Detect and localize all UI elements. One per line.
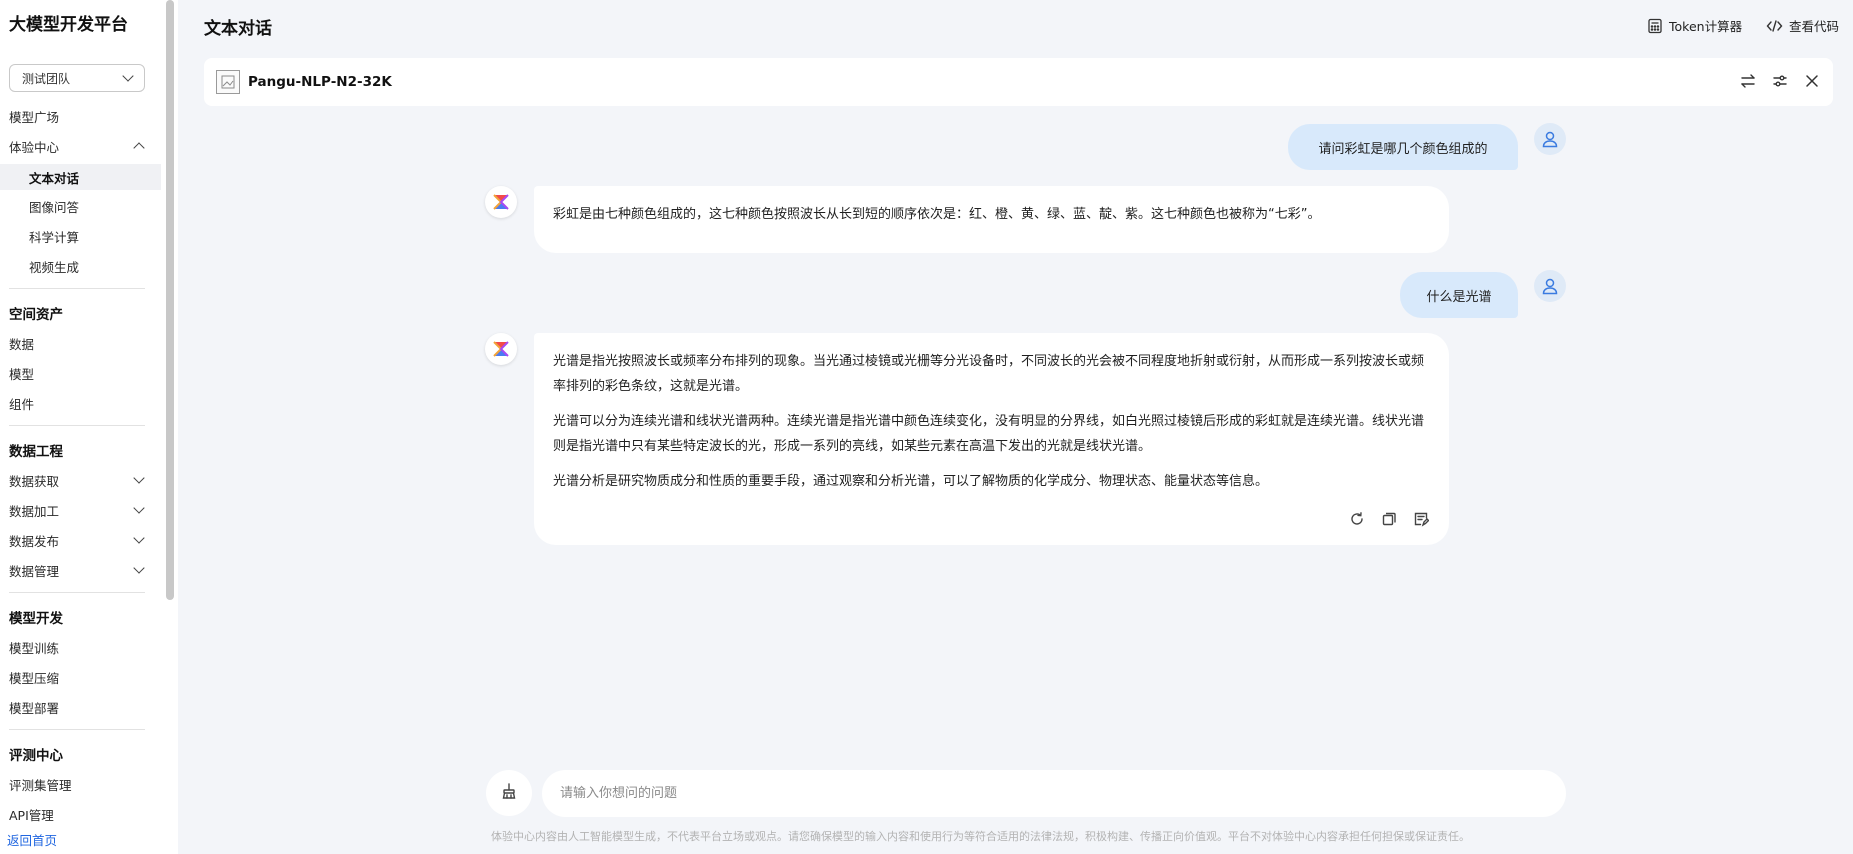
sidebar-item-model[interactable]: 模型 — [0, 361, 161, 385]
chevron-down-icon — [133, 532, 145, 544]
sidebar-item-model-compress[interactable]: 模型压缩 — [0, 665, 161, 689]
sidebar-item-label: 模型 — [9, 366, 35, 382]
regenerate-icon[interactable] — [1349, 511, 1365, 527]
user-message-text: 请问彩虹是哪几个颜色组成的 — [1318, 141, 1488, 157]
page-title: 文本对话 — [204, 19, 272, 39]
bot-message: 彩虹是由七种颜色组成的，这七种颜色按照波长从长到短的顺序依次是：红、橙、黄、绿、… — [534, 186, 1449, 253]
code-icon — [1766, 18, 1783, 34]
sidebar-item-label: 图像问答 — [29, 199, 80, 215]
sidebar-item-image-qa[interactable]: 图像问答 — [0, 194, 161, 218]
sidebar-item-label: 数据管理 — [9, 563, 60, 579]
sidebar-scrollbar[interactable] — [166, 0, 174, 600]
disclaimer-text: 体验中心内容由人工智能模型生成，不代表平台立场或观点。请您确保模型的输入内容和使… — [491, 830, 1470, 843]
team-select[interactable]: 测试团队 — [9, 64, 145, 92]
sidebar-item-science-compute[interactable]: 科学计算 — [0, 224, 161, 248]
sidebar-item-experience-center[interactable]: 体验中心 — [0, 134, 161, 158]
sidebar-divider — [9, 592, 145, 593]
chevron-down-icon — [133, 502, 145, 514]
sidebar-item-eval-set-manage[interactable]: 评测集管理 — [0, 772, 161, 796]
view-code-button[interactable]: 查看代码 — [1766, 16, 1839, 35]
broom-icon — [500, 782, 518, 804]
bot-message-paragraph: 光谱可以分为连续光谱和线状光谱两种。连续光谱是指光谱中颜色连续变化，没有明显的分… — [553, 414, 1425, 454]
sidebar-item-data-manage[interactable]: 数据管理 — [0, 558, 161, 582]
bot-avatar-icon — [485, 186, 517, 218]
sidebar-item-label: 模型训练 — [9, 640, 60, 656]
sidebar-item-data[interactable]: 数据 — [0, 331, 161, 355]
sidebar-item-label: 评测集管理 — [9, 777, 72, 793]
model-toolbar — [1739, 72, 1821, 90]
model-name: Pangu-NLP-N2-32K — [248, 74, 392, 90]
user-message-text: 什么是光谱 — [1426, 289, 1492, 305]
chat-input[interactable] — [542, 770, 1566, 817]
sidebar-section-model-dev: 模型开发 — [9, 611, 63, 627]
sidebar-section-space-assets: 空间资产 — [9, 307, 63, 323]
sidebar-item-label: 科学计算 — [29, 229, 80, 245]
user-message: 什么是光谱 — [1400, 272, 1518, 318]
sidebar-item-text-chat[interactable]: 文本对话 — [0, 164, 161, 190]
bot-message-paragraph: 光谱分析是研究物质成分和性质的重要手段，通过观察和分析光谱，可以了解物质的化学成… — [553, 474, 1269, 489]
brand-title: 大模型开发平台 — [9, 15, 128, 35]
feedback-icon[interactable] — [1413, 511, 1430, 527]
clear-chat-button[interactable] — [486, 770, 532, 816]
sidebar-item-label: 模型部署 — [9, 700, 60, 716]
sidebar-divider — [9, 729, 145, 730]
sidebar-item-video-gen[interactable]: 视频生成 — [0, 254, 161, 278]
sidebar-item-data-publish[interactable]: 数据发布 — [0, 528, 161, 552]
calculator-icon — [1647, 18, 1663, 34]
chevron-up-icon — [133, 142, 145, 154]
model-bar: Pangu-NLP-N2-32K — [204, 58, 1833, 106]
user-avatar-icon — [1534, 123, 1566, 155]
sidebar-item-data-acquire[interactable]: 数据获取 — [0, 468, 161, 492]
message-actions — [1349, 511, 1430, 527]
sidebar-item-label: 组件 — [9, 396, 35, 412]
sidebar-item-data-process[interactable]: 数据加工 — [0, 498, 161, 522]
bot-avatar-icon — [485, 333, 517, 365]
sidebar-item-model-train[interactable]: 模型训练 — [0, 635, 161, 659]
sidebar-item-label: API管理 — [9, 807, 54, 823]
model-image-icon — [216, 70, 240, 94]
sidebar-item-api-manage[interactable]: API管理 — [0, 802, 161, 826]
chevron-down-icon — [122, 70, 134, 82]
sidebar-item-model-deploy[interactable]: 模型部署 — [0, 695, 161, 719]
sidebar-item-component[interactable]: 组件 — [0, 391, 161, 415]
bot-message-paragraph: 光谱是指光按照波长或频率分布排列的现象。当光通过棱镜或光栅等分光设备时，不同波长… — [553, 354, 1425, 394]
sidebar-item-label: 模型广场 — [9, 109, 60, 125]
back-home-link[interactable]: 返回首页 — [7, 830, 57, 849]
close-icon[interactable] — [1803, 72, 1821, 90]
sidebar-item-label: 数据发布 — [9, 533, 60, 549]
sidebar-item-label: 模型压缩 — [9, 670, 60, 686]
token-calculator-label: Token计算器 — [1669, 19, 1743, 34]
switch-model-icon[interactable] — [1739, 72, 1757, 90]
sidebar-item-label: 体验中心 — [9, 139, 60, 155]
bot-message: 光谱是指光按照波长或频率分布排列的现象。当光通过棱镜或光栅等分光设备时，不同波长… — [534, 333, 1449, 545]
sidebar-item-label: 视频生成 — [29, 259, 80, 275]
sidebar: 大模型开发平台 测试团队 模型广场 体验中心 文本对话 图像问答 科学计算 视频… — [0, 0, 178, 854]
token-calculator-button[interactable]: Token计算器 — [1647, 16, 1742, 35]
user-message: 请问彩虹是哪几个颜色组成的 — [1288, 124, 1518, 170]
settings-sliders-icon[interactable] — [1771, 72, 1789, 90]
sidebar-item-label: 文本对话 — [29, 170, 80, 186]
copy-icon[interactable] — [1381, 511, 1397, 527]
sidebar-item-label: 数据加工 — [9, 503, 60, 519]
sidebar-item-label: 数据获取 — [9, 473, 60, 489]
sidebar-divider — [9, 425, 145, 426]
sidebar-section-data-engineering: 数据工程 — [9, 444, 63, 460]
sidebar-section-eval-center: 评测中心 — [9, 748, 63, 764]
sidebar-item-label: 数据 — [9, 336, 35, 352]
chevron-down-icon — [133, 472, 145, 484]
sidebar-item-model-square[interactable]: 模型广场 — [0, 104, 161, 128]
view-code-label: 查看代码 — [1789, 19, 1840, 34]
team-select-value: 测试团队 — [22, 71, 71, 86]
user-avatar-icon — [1534, 270, 1566, 302]
bot-message-text: 彩虹是由七种颜色组成的，这七种颜色按照波长从长到短的顺序依次是：红、橙、黄、绿、… — [553, 207, 1321, 222]
chevron-down-icon — [133, 562, 145, 574]
sidebar-divider — [9, 288, 145, 289]
